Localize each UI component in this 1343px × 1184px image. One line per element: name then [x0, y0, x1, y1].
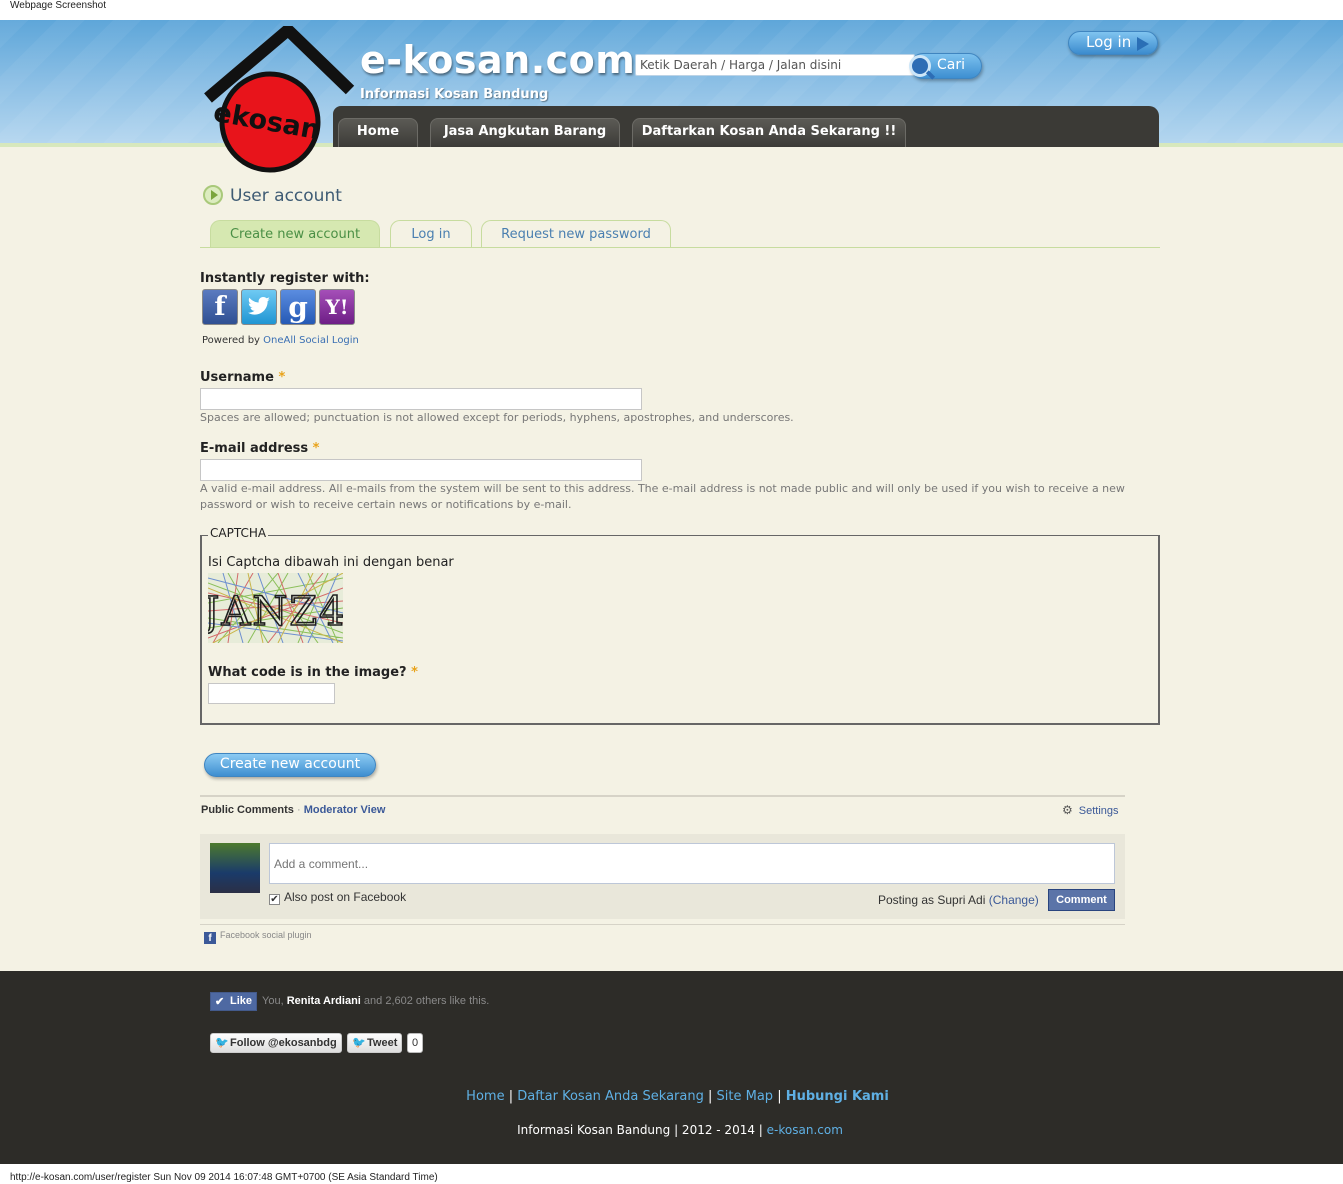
required-marker: * [312, 441, 320, 456]
arrow-right-icon [1137, 37, 1149, 51]
twitter-bird-icon: 🐦 [352, 1037, 366, 1049]
required-marker: * [278, 370, 286, 385]
nav-daftarkan-kosan[interactable]: Daftarkan Kosan Anda Sekarang !! [632, 118, 906, 147]
page-title: User account [230, 186, 342, 206]
footer-copyright: Informasi Kosan Bandung | 2012 - 2014 | … [517, 1123, 843, 1137]
search-input[interactable] [635, 54, 915, 76]
powered-by: Powered by OneAll Social Login [202, 335, 359, 346]
tweet-count: 0 [407, 1033, 423, 1053]
email-label: E-mail address * [200, 441, 320, 456]
footer-link-hubungi-kami[interactable]: Hubungi Kami [786, 1089, 889, 1104]
username-field[interactable] [200, 388, 642, 410]
captcha-code: JANZ4 [208, 589, 343, 635]
checkbox-checked-icon[interactable]: ✔ [269, 894, 280, 905]
twitter-bird-icon [247, 297, 270, 315]
email-description: A valid e-mail address. All e-mails from… [200, 482, 1125, 511]
instant-register-label: Instantly register with: [200, 271, 370, 286]
screenshot-title: Webpage Screenshot [10, 0, 106, 11]
tabs-divider [200, 247, 1160, 248]
login-button-label: Log in [1086, 33, 1132, 51]
also-post-facebook[interactable]: ✔ Also post on Facebook [269, 890, 406, 905]
change-user-link[interactable]: (Change) [989, 893, 1039, 907]
comment-input[interactable] [269, 843, 1115, 884]
footer-link-daftar-kosan[interactable]: Daftar Kosan Anda Sekarang [517, 1089, 704, 1104]
captcha-legend: CAPTCHA [208, 526, 269, 540]
like-count-text: You, Renita Ardiani and 2,602 others lik… [262, 995, 490, 1007]
search-icon [909, 55, 931, 77]
twitter-login-icon[interactable] [241, 289, 277, 325]
comment-composer: ✔Also post on Facebook Posting as Supri … [200, 834, 1125, 919]
email-field[interactable] [200, 459, 642, 481]
google-icon-letter: g [288, 290, 308, 324]
search-button-label: Cari [937, 57, 965, 73]
facebook-icon-letter: f [214, 292, 226, 322]
footer-link-site-map[interactable]: Site Map [717, 1089, 774, 1104]
footer-site-link[interactable]: e-kosan.com [767, 1123, 843, 1137]
comments-tabs: Public Comments · Moderator View [201, 804, 385, 816]
comment-button[interactable]: Comment [1048, 889, 1115, 911]
page: ekosan e-kosan.com Informasi Kosan Bandu… [0, 20, 1343, 1164]
google-login-icon[interactable]: g [280, 289, 316, 325]
tab-moderator-view[interactable]: Moderator View [304, 804, 386, 816]
avatar[interactable] [210, 843, 260, 893]
yahoo-login-icon[interactable]: Y! [319, 289, 355, 325]
yahoo-icon-letter: Y! [325, 295, 349, 319]
facebook-social-plugin[interactable]: f Facebook social plugin [204, 930, 312, 944]
tab-create-new-account[interactable]: Create new account [210, 220, 380, 248]
footer-link-home[interactable]: Home [466, 1089, 504, 1104]
main-nav: Home Jasa Angkutan Barang Daftarkan Kosa… [333, 106, 1159, 147]
tab-log-in[interactable]: Log in [390, 220, 472, 248]
comments-bottom-divider [200, 924, 1125, 925]
username-description: Spaces are allowed; punctuation is not a… [200, 411, 794, 424]
nav-jasa-angkutan-barang[interactable]: Jasa Angkutan Barang [430, 118, 620, 147]
nav-home[interactable]: Home [338, 118, 418, 147]
twitter-bird-icon: 🐦 [215, 1037, 229, 1049]
search-button[interactable]: Cari [909, 53, 982, 79]
play-arrow-icon [203, 185, 223, 205]
comments-settings[interactable]: ⚙ Settings [1062, 803, 1119, 817]
facebook-like-button[interactable]: ✔ Like [210, 992, 257, 1011]
username-label: Username * [200, 370, 286, 385]
comments-divider [200, 795, 1125, 797]
gear-icon: ⚙ [1062, 803, 1073, 817]
capture-status-line: http://e-kosan.com/user/register Sun Nov… [10, 1172, 438, 1183]
like-friend-name[interactable]: Renita Ardiani [287, 995, 361, 1007]
footer-links: Home | Daftar Kosan Anda Sekarang | Site… [466, 1089, 889, 1104]
tab-public-comments[interactable]: Public Comments [201, 804, 294, 816]
thumbs-up-icon: ✔ [215, 996, 225, 1008]
captcha-question: What code is in the image? * [208, 665, 418, 680]
tab-request-new-password[interactable]: Request new password [481, 220, 671, 248]
site-slogan: Informasi Kosan Bandung [360, 87, 549, 102]
captcha-answer-field[interactable] [208, 683, 335, 704]
site-header: ekosan e-kosan.com Informasi Kosan Bandu… [0, 20, 1343, 173]
login-button[interactable]: Log in [1068, 31, 1158, 55]
captcha-instruction: Isi Captcha dibawah ini dengan benar [208, 555, 454, 570]
tweet-button[interactable]: 🐦 Tweet [347, 1033, 402, 1053]
site-footer: ✔ Like You, Renita Ardiani and 2,602 othe… [0, 971, 1343, 1164]
facebook-login-icon[interactable]: f [202, 289, 238, 325]
site-name[interactable]: e-kosan.com [360, 38, 635, 82]
facebook-icon: f [204, 932, 216, 944]
site-logo[interactable]: ekosan [200, 26, 360, 176]
create-account-button[interactable]: Create new account [204, 753, 376, 777]
captcha-image: JANZ4 [208, 573, 343, 643]
oneall-link[interactable]: OneAll Social Login [263, 335, 359, 346]
required-marker: * [411, 665, 418, 680]
twitter-follow-button[interactable]: 🐦 Follow @ekosanbdg [210, 1033, 342, 1053]
tab-separator: · [296, 804, 301, 816]
posting-as: Posting as Supri Adi (Change) [878, 893, 1039, 907]
